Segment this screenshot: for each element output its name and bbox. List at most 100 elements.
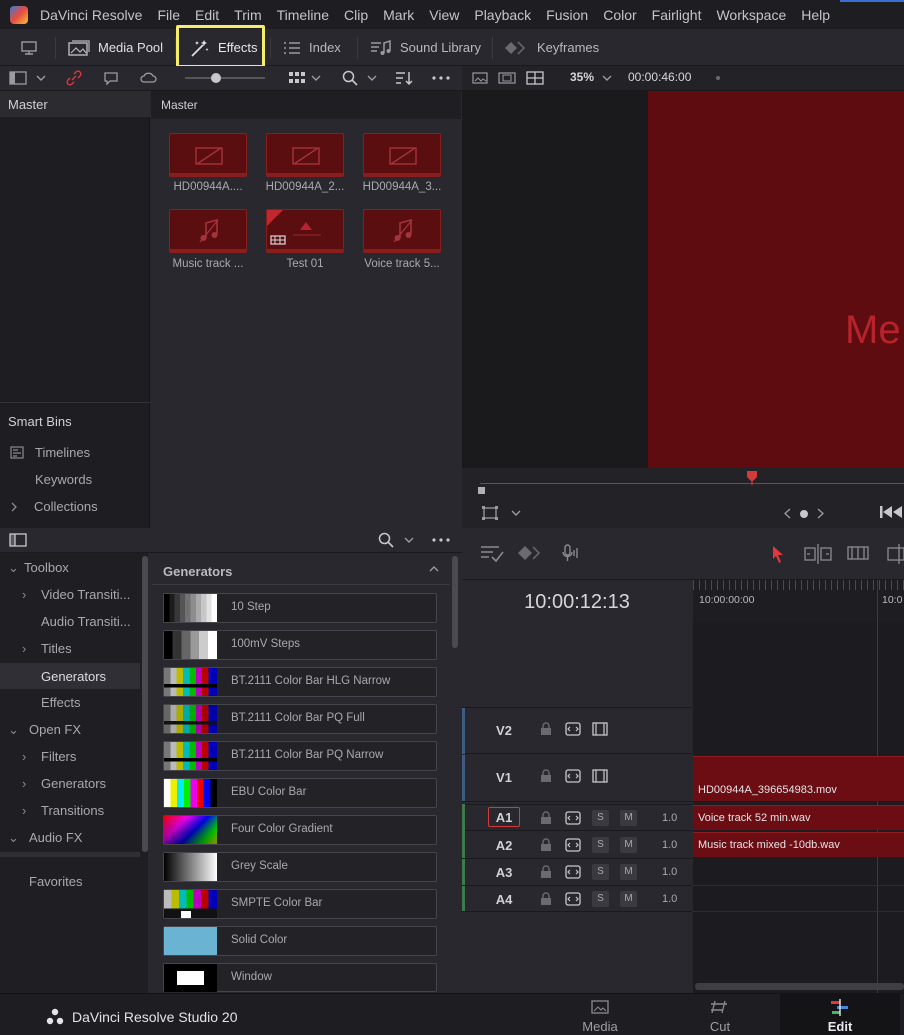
panel-toggle-icon[interactable] (9, 533, 27, 547)
bin-item-collections[interactable]: Collections (11, 499, 98, 514)
chevron-down-icon[interactable] (36, 75, 46, 81)
frame-indicator-dot[interactable] (800, 510, 808, 518)
viewer-frame[interactable] (648, 91, 904, 468)
generators-header[interactable]: Generators (152, 557, 450, 585)
menu-playback[interactable]: Playback (474, 7, 531, 23)
timeline-timecode[interactable]: 10:00:12:13 (462, 580, 692, 622)
more-options-icon[interactable] (432, 76, 450, 80)
lock-icon[interactable] (538, 892, 554, 906)
tree-item-generators-selected[interactable]: Generators (0, 663, 140, 689)
tree-item-open-fx[interactable]: ⌄ Open FX (8, 722, 81, 738)
keyframes-icon[interactable] (518, 546, 544, 560)
chevron-down-icon[interactable] (367, 75, 377, 81)
thumbnail-size-slider[interactable] (185, 77, 265, 79)
bin-master[interactable]: Master (0, 91, 150, 117)
chevron-up-icon[interactable] (429, 566, 439, 572)
mute-button[interactable]: M (620, 864, 637, 880)
chevron-left-icon[interactable] (784, 508, 791, 519)
timeline-clip-video[interactable]: HD00944A_396654983.mov (693, 756, 904, 801)
chevron-down-icon[interactable] (404, 537, 414, 543)
dynamic-trim-icon[interactable] (847, 546, 869, 560)
menu-edit[interactable]: Edit (195, 7, 219, 23)
scrub-track[interactable] (480, 483, 904, 484)
tree-item-audio-transitions[interactable]: Audio Transiti... (41, 614, 131, 629)
safe-area-icon[interactable] (498, 72, 516, 84)
timeline-options-icon[interactable] (480, 545, 504, 563)
tree-item-video-transitions[interactable]: › Video Transiti... (22, 587, 130, 602)
menu-color[interactable]: Color (603, 7, 636, 23)
page-tab-cut[interactable]: Cut (660, 993, 780, 1035)
mute-button[interactable]: M (620, 891, 637, 907)
mute-button[interactable]: M (620, 837, 637, 853)
menu-app[interactable]: DaVinci Resolve (40, 7, 142, 23)
tree-scrollbar[interactable] (142, 556, 148, 852)
index-button[interactable]: Index (283, 29, 341, 66)
solo-button[interactable]: S (592, 891, 609, 907)
slider-handle[interactable] (211, 73, 221, 83)
menu-trim[interactable]: Trim (234, 7, 261, 23)
image-icon[interactable] (472, 72, 488, 84)
lock-icon[interactable] (538, 722, 554, 736)
media-pool-button[interactable]: Media Pool (68, 29, 163, 66)
zoom-level[interactable]: 35% (570, 70, 594, 84)
menu-clip[interactable]: Clip (344, 7, 368, 23)
sort-icon[interactable] (395, 70, 413, 86)
clip-thumbnail[interactable] (363, 209, 441, 253)
favorites-heading[interactable]: Favorites (29, 874, 82, 889)
playhead-marker-icon[interactable] (747, 471, 757, 485)
clip-thumbnail[interactable] (169, 133, 247, 177)
viewer-layout-icon[interactable] (526, 71, 544, 85)
clip-thumbnail[interactable] (266, 133, 344, 177)
generators-scrollbar[interactable] (452, 556, 458, 648)
keyframes-button[interactable]: Keyframes (505, 29, 599, 66)
blade-tool-icon[interactable] (887, 544, 904, 564)
generator-solid-color[interactable]: Solid Color (163, 926, 437, 956)
timeline-ruler[interactable]: 10:00:00:00 10:0 (693, 580, 904, 622)
lock-icon[interactable] (538, 865, 554, 879)
generator-100mv-steps[interactable]: 100mV Steps (163, 630, 437, 660)
lock-icon[interactable] (538, 769, 554, 783)
grid-view-icon[interactable] (289, 71, 305, 85)
in-point-marker[interactable] (478, 487, 485, 494)
solo-button[interactable]: S (592, 810, 609, 826)
auto-select-icon[interactable] (565, 865, 581, 879)
menu-help[interactable]: Help (801, 7, 830, 23)
menu-mark[interactable]: Mark (383, 7, 414, 23)
tree-item-openfx-generators[interactable]: › Generators (22, 776, 106, 791)
chevron-right-icon[interactable] (817, 508, 824, 519)
search-icon[interactable] (342, 70, 358, 86)
tree-item-toolbox[interactable]: ⌄ Toolbox (8, 560, 69, 576)
timeline-horizontal-scrollbar[interactable] (695, 983, 904, 990)
clip-thumbnail[interactable] (169, 209, 247, 253)
lock-icon[interactable] (538, 811, 554, 825)
film-strip-icon[interactable] (592, 722, 608, 736)
trim-tool-icon[interactable] (804, 544, 832, 564)
menu-view[interactable]: View (429, 7, 459, 23)
layout-toggle-button[interactable] (20, 29, 46, 66)
tree-item-filters[interactable]: › Filters (22, 749, 76, 764)
search-icon[interactable] (378, 532, 394, 548)
lock-icon[interactable] (538, 838, 554, 852)
generator-bt2111-hlg-narrow[interactable]: BT.2111 Color Bar HLG Narrow (163, 667, 437, 697)
page-tab-media[interactable]: Media (540, 993, 660, 1035)
selection-pointer-icon[interactable] (772, 545, 784, 563)
tree-item-transitions[interactable]: › Transitions (22, 803, 104, 818)
generator-smpte-color-bar[interactable]: SMPTE Color Bar (163, 889, 437, 919)
link-icon[interactable] (66, 70, 82, 86)
favorites-splitter[interactable] (0, 852, 140, 857)
clip-thumbnail[interactable] (363, 133, 441, 177)
film-strip-icon[interactable] (592, 769, 608, 783)
chevron-down-icon[interactable] (511, 510, 521, 516)
tree-item-audio-fx[interactable]: ⌄ Audio FX (8, 830, 82, 846)
generator-10-step[interactable]: 10 Step (163, 593, 437, 623)
timeline-clip-audio[interactable]: Voice track 52 min.wav (693, 805, 904, 830)
chevron-down-icon[interactable] (602, 75, 612, 81)
more-options-icon[interactable] (432, 538, 450, 542)
menu-workspace[interactable]: Workspace (716, 7, 786, 23)
menu-fairlight[interactable]: Fairlight (652, 7, 702, 23)
panel-toggle-icon[interactable] (9, 71, 27, 85)
tree-item-titles[interactable]: › Titles (22, 641, 72, 656)
metadata-icon[interactable] (103, 70, 119, 86)
generator-window[interactable]: Window (163, 963, 437, 992)
auto-select-icon[interactable] (565, 769, 581, 783)
